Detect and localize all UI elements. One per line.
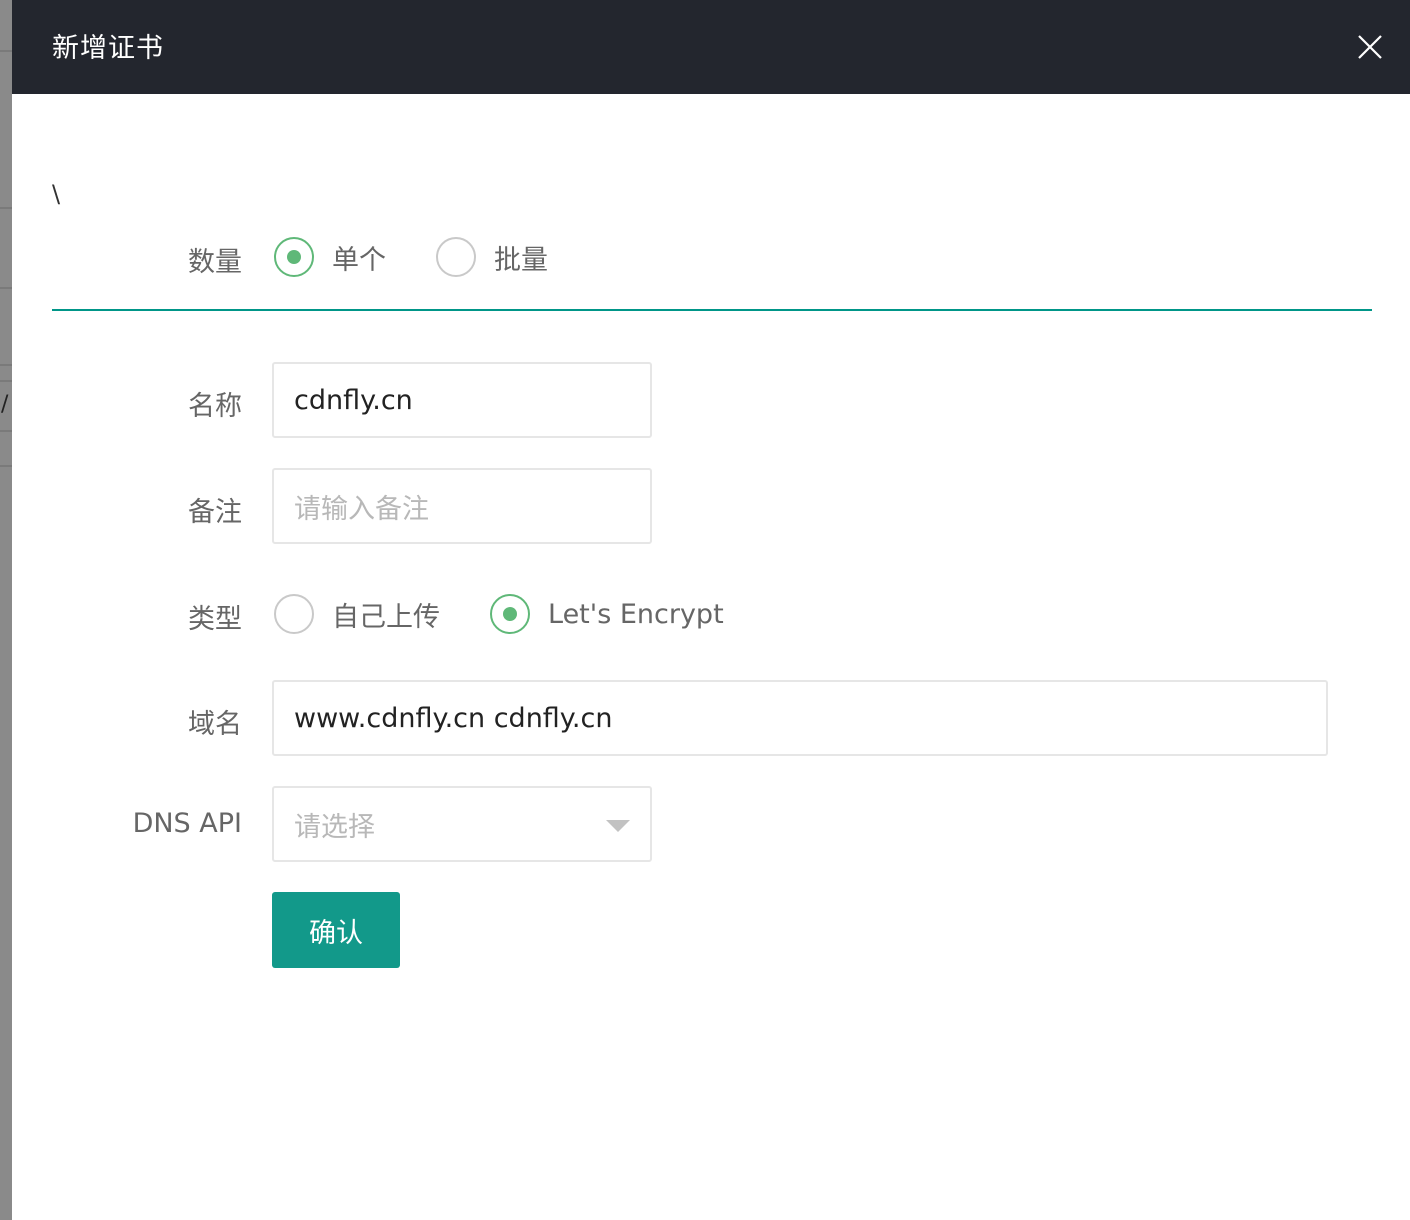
background-divider — [0, 465, 12, 467]
stray-backslash-text: \ — [52, 180, 61, 208]
quantity-option-label: 单个 — [332, 244, 386, 276]
background-page: / — [0, 0, 12, 1220]
type-label: 类型 — [188, 604, 242, 635]
remark-label: 备注 — [188, 497, 242, 528]
name-label: 名称 — [188, 391, 242, 422]
dns-api-select[interactable]: 请选择 — [272, 786, 652, 862]
background-divider — [0, 430, 12, 432]
dropdown-arrow-icon — [606, 820, 630, 832]
radio-unchecked-icon[interactable] — [274, 594, 314, 634]
radio-unchecked-icon[interactable] — [436, 237, 476, 277]
quantity-label: 数量 — [188, 247, 242, 278]
background-divider — [0, 380, 12, 382]
dialog-titlebar: 新增证书 — [12, 0, 1410, 94]
type-option-letsencrypt[interactable]: Let's Encrypt — [490, 594, 724, 634]
quantity-radio-group: 单个 批量 — [274, 237, 598, 277]
background-divider — [0, 50, 12, 52]
name-input[interactable]: cdnfly.cn — [272, 362, 652, 438]
type-option-label: 自己上传 — [332, 601, 440, 633]
background-glyph: / — [1, 392, 9, 417]
remark-input[interactable]: 请输入备注 — [272, 468, 652, 544]
type-option-upload[interactable]: 自己上传 — [274, 594, 440, 634]
type-radio-group: 自己上传 Let's Encrypt — [274, 594, 774, 634]
radio-checked-icon[interactable] — [274, 237, 314, 277]
section-divider — [52, 309, 1372, 311]
add-certificate-dialog: 新增证书 \ 数量 单个 批量 名称 cdnfly.cn 备注 请输入备注 类型… — [12, 0, 1410, 1220]
dialog-title: 新增证书 — [52, 33, 164, 64]
confirm-button[interactable]: 确认 — [272, 892, 400, 968]
close-icon[interactable] — [1350, 27, 1390, 67]
quantity-option-batch[interactable]: 批量 — [436, 237, 548, 277]
dns-api-select-placeholder: 请选择 — [294, 811, 375, 843]
quantity-option-label: 批量 — [494, 244, 548, 276]
background-divider — [0, 207, 12, 209]
background-divider — [0, 287, 12, 289]
dns-api-label: DNS API — [132, 808, 242, 839]
quantity-option-single[interactable]: 单个 — [274, 237, 386, 277]
domain-input[interactable]: www.cdnfly.cn cdnfly.cn — [272, 680, 1328, 756]
background-divider — [0, 364, 12, 366]
type-option-label: Let's Encrypt — [548, 598, 724, 630]
domain-label: 域名 — [188, 709, 242, 740]
radio-checked-icon[interactable] — [490, 594, 530, 634]
